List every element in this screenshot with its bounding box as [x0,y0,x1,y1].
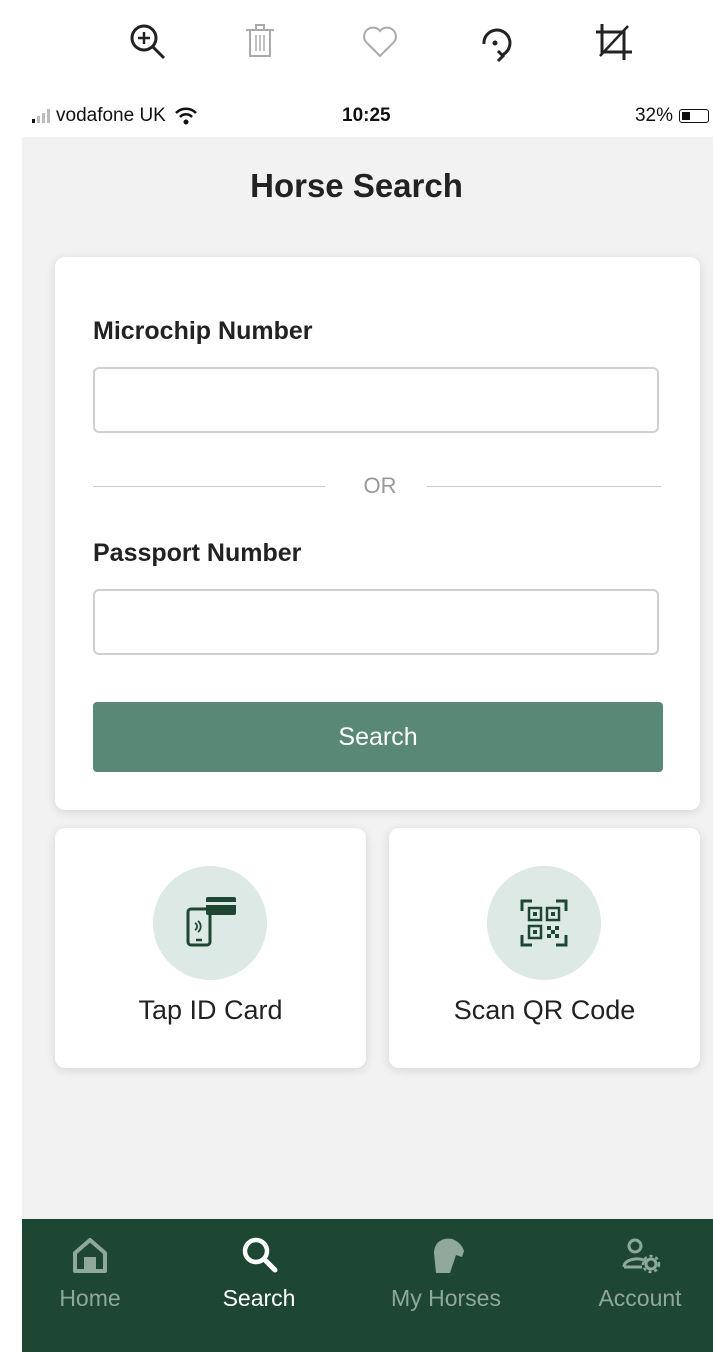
qr-icon-circle [487,866,601,980]
page-title: Horse Search [250,167,463,204]
tap-id-card-button[interactable]: Tap ID Card [55,828,366,1068]
photo-viewer-toolbar [0,0,713,95]
nav-account[interactable]: Account [580,1233,700,1312]
divider-line-left [93,486,325,487]
tap-card-icon [186,897,236,947]
nav-home-label: Home [59,1285,121,1311]
passport-label: Passport Number [93,539,302,567]
crop-icon[interactable] [590,18,638,66]
signal-icon [32,109,50,123]
qr-code-icon [520,899,568,947]
microchip-input[interactable] [93,367,659,433]
status-time: 10:25 [342,105,391,126]
microchip-label: Microchip Number [93,317,313,345]
phone-screen: vodafone UK 10:25 32% Horse Search Micro… [22,95,713,1352]
tap-card-icon-circle [153,866,267,980]
scan-qr-code-label: Scan QR Code [453,995,636,1025]
trash-icon[interactable] [236,18,284,66]
or-text: OR [363,473,397,498]
home-icon [73,1238,107,1273]
nav-search[interactable]: Search [199,1233,319,1312]
heart-icon[interactable] [356,18,404,66]
passport-input[interactable] [93,589,659,655]
carrier-info: vodafone UK [32,105,198,127]
scan-qr-code-button[interactable]: Scan QR Code [389,828,700,1068]
zoom-in-icon[interactable] [124,18,172,66]
battery-icon [679,109,709,123]
battery-percent: 32% [634,105,673,126]
nav-account-label: Account [598,1285,682,1311]
divider-line-right [427,486,661,487]
rotate-icon[interactable] [472,18,520,66]
bottom-nav: Home Search My Horses Account [22,1219,713,1352]
search-button[interactable]: Search [93,702,663,772]
search-icon [242,1237,278,1273]
tap-id-card-label: Tap ID Card [138,995,283,1025]
or-divider: OR [93,471,663,501]
search-form-card: Microchip Number OR Passport Number Sear… [55,257,700,810]
wifi-icon [174,107,197,125]
nav-search-label: Search [222,1285,296,1311]
status-bar: vodafone UK 10:25 32% [22,95,713,137]
nav-home[interactable]: Home [30,1233,150,1312]
horse-icon [434,1238,464,1273]
carrier-label: vodafone UK [56,105,166,126]
battery-info: 32% [635,105,709,127]
nav-my-horses-label: My Horses [391,1285,501,1311]
account-settings-icon [622,1238,661,1274]
nav-my-horses[interactable]: My Horses [386,1233,506,1312]
